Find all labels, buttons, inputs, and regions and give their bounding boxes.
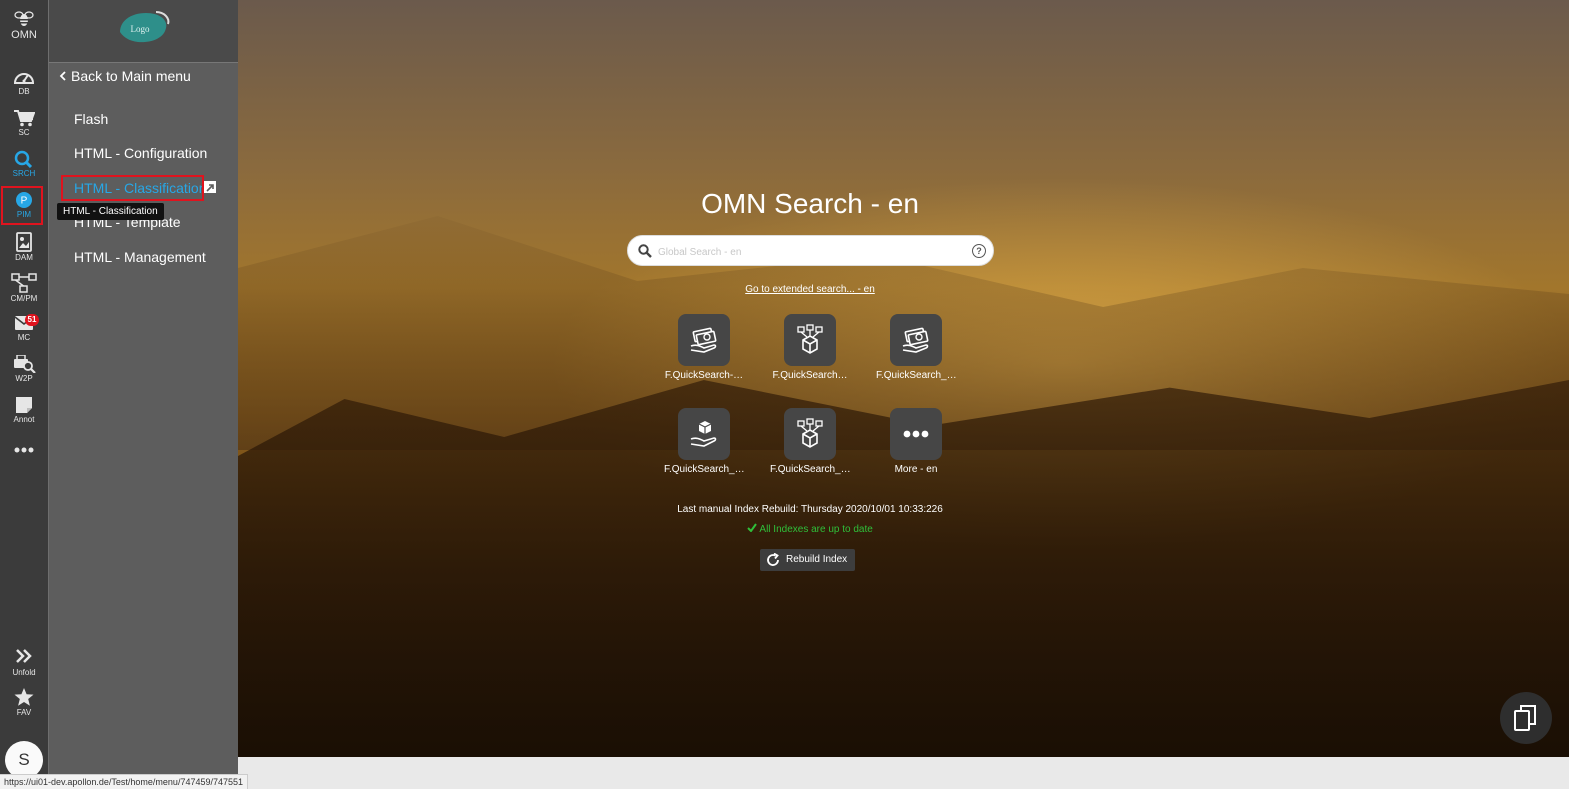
fav-label: FAV	[16, 708, 32, 717]
dam-icon	[16, 232, 32, 252]
bee-icon	[14, 11, 34, 26]
product-tree-icon	[797, 418, 823, 448]
global-search-box[interactable]: ?	[627, 235, 994, 266]
logo-icon: Logo	[120, 11, 170, 43]
search-icon	[14, 150, 33, 168]
rail-item-srch[interactable]: SRCH	[0, 150, 48, 178]
check-icon	[747, 523, 757, 533]
tooltip: HTML - Classification	[57, 203, 164, 220]
pim-selection-highlight	[1, 186, 43, 225]
rail-label: SRCH	[12, 169, 36, 178]
quicksearch-tile[interactable]: F.QuickSearch_…	[876, 314, 956, 381]
product-tree-icon	[797, 324, 823, 354]
star-icon	[14, 688, 34, 706]
clipboard-button[interactable]	[1500, 692, 1552, 744]
submenu-panel: Logo Back to Main menu Flash HTML - Conf…	[48, 0, 238, 788]
rebuild-index-label: Rebuild Index	[786, 554, 848, 565]
back-label: Back to Main menu	[71, 68, 191, 84]
tile-icon-box	[784, 408, 836, 460]
rail-label: MC	[17, 333, 31, 342]
quicksearch-tile[interactable]: F.QuickSearch_…	[664, 408, 744, 475]
rail-label: CM/PM	[10, 294, 38, 303]
tile-icon-box	[784, 314, 836, 366]
tile-caption: F.QuickSearch_…	[770, 464, 850, 475]
last-rebuild-info: Last manual Index Rebuild: Thursday 2020…	[677, 504, 943, 515]
tile-caption: F.QuickSearch-…	[664, 370, 744, 381]
icon-rail: OMN DB SC SRCH P PIM DAM CM/PM 51 MC W2P…	[0, 0, 48, 788]
cart-icon	[14, 110, 35, 127]
more-dots-icon	[14, 447, 34, 453]
logo-area: Logo	[49, 0, 238, 63]
quicksearch-tile[interactable]: F.QuickSearch-…	[664, 314, 744, 381]
rail-label: Annot	[13, 415, 35, 424]
tile-caption: More - en	[894, 464, 938, 475]
rail-item-db[interactable]: DB	[0, 68, 48, 96]
rail-more-button[interactable]	[0, 445, 48, 455]
rail-label: DAM	[15, 253, 33, 262]
rail-label: W2P	[15, 374, 33, 383]
index-status: All Indexes are up to date	[238, 523, 1382, 535]
tile-icon-box	[890, 408, 942, 460]
menu-item-html-management[interactable]: HTML - Management	[74, 249, 206, 265]
unfold-label: Unfold	[12, 668, 36, 677]
rail-label: DB	[18, 87, 30, 96]
rail-item-cmpm[interactable]: CM/PM	[0, 273, 48, 303]
help-icon[interactable]: ?	[972, 244, 986, 258]
extended-search-link[interactable]: Go to extended search... - en	[238, 284, 1382, 295]
menu-item-flash[interactable]: Flash	[74, 111, 108, 127]
tile-caption: F.QuickSearch_…	[876, 370, 956, 381]
print-search-icon	[14, 355, 36, 373]
rebuild-index-button[interactable]: Rebuild Index	[760, 549, 855, 571]
search-icon	[638, 244, 652, 258]
rail-item-mc[interactable]: 51 MC	[0, 314, 48, 342]
main-content: OMN Search - en ? Go to extended search.…	[238, 0, 1569, 757]
back-to-main-menu[interactable]: Back to Main menu	[59, 68, 191, 84]
quicksearch-tile[interactable]: F.QuickSearch…	[770, 314, 850, 381]
classification-selection-highlight	[61, 175, 204, 201]
copy-icon	[1514, 705, 1536, 731]
rail-label: SC	[18, 128, 30, 137]
tile-caption: F.QuickSearch_…	[664, 464, 744, 475]
chevron-left-icon	[59, 68, 71, 84]
page-title: OMN Search - en	[701, 188, 919, 219]
dashboard-icon	[13, 73, 35, 84]
browser-status-url: https://ui01-dev.apollon.de/Test/home/me…	[0, 774, 249, 789]
sticky-note-icon	[16, 397, 32, 413]
brand-label: OMN	[11, 29, 37, 41]
money-hand-icon	[690, 327, 717, 353]
tile-icon-box	[678, 314, 730, 366]
omn-home-button[interactable]: OMN	[0, 8, 48, 41]
tile-icon-box	[678, 408, 730, 460]
rail-item-dam[interactable]: DAM	[0, 232, 48, 262]
refresh-icon	[767, 553, 779, 566]
external-link-icon[interactable]	[204, 181, 216, 193]
unfold-button[interactable]: Unfold	[0, 648, 48, 677]
tile-caption: F.QuickSearch…	[772, 370, 848, 381]
quicksearch-tile[interactable]: F.QuickSearch_…	[770, 408, 850, 475]
box-hand-icon	[690, 421, 717, 447]
rail-item-sc[interactable]: SC	[0, 109, 48, 137]
fav-button[interactable]: FAV	[0, 687, 48, 717]
rail-item-annot[interactable]: Annot	[0, 396, 48, 424]
menu-item-html-configuration[interactable]: HTML - Configuration	[74, 145, 207, 161]
hierarchy-icon	[11, 273, 37, 293]
global-search-input[interactable]	[656, 242, 970, 262]
rail-item-w2p[interactable]: W2P	[0, 355, 48, 383]
more-dots-icon	[903, 430, 929, 438]
double-chevron-right-icon	[16, 649, 32, 663]
index-status-text: All Indexes are up to date	[759, 524, 873, 535]
logo-text: Logo	[131, 24, 150, 34]
money-hand-icon	[902, 327, 929, 353]
tile-icon-box	[890, 314, 942, 366]
notification-badge: 51	[25, 314, 39, 326]
more-tile[interactable]: More - en	[876, 408, 956, 475]
